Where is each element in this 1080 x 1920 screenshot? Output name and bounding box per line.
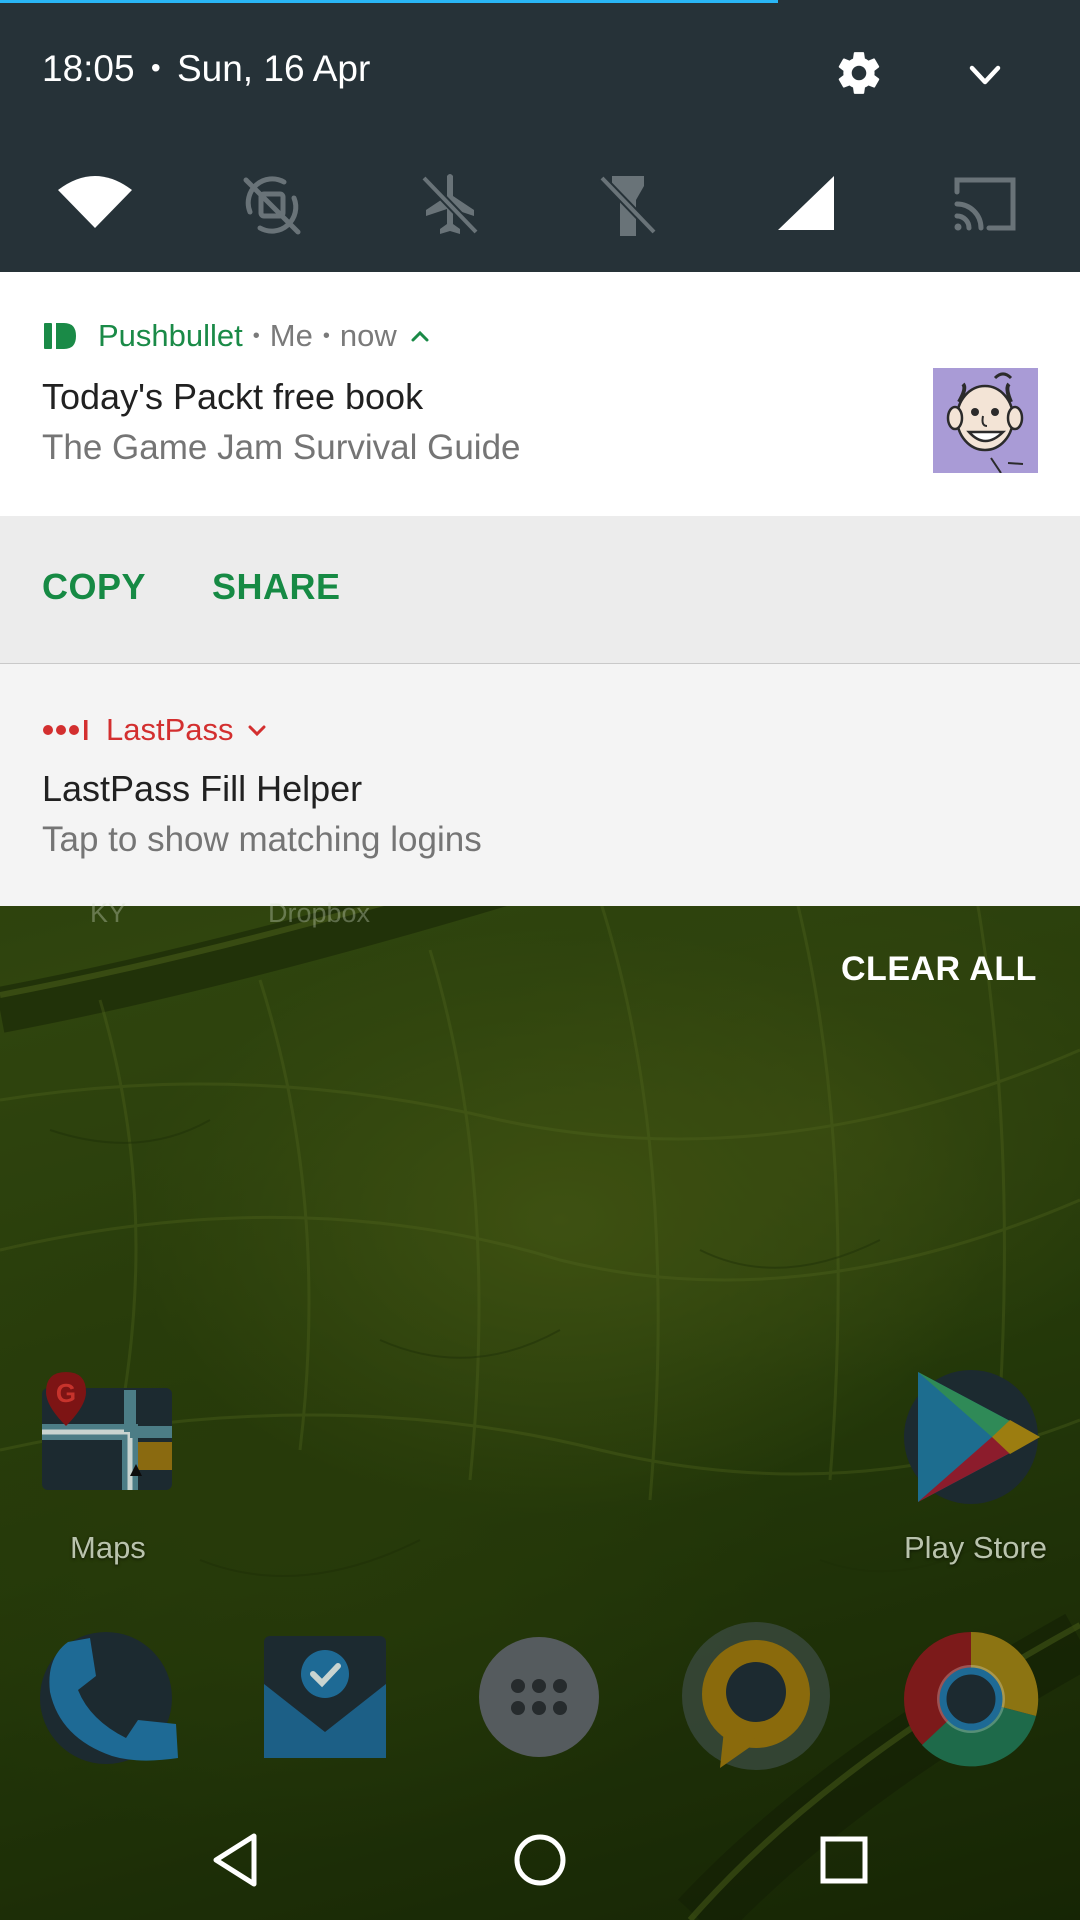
sender-avatar	[933, 368, 1038, 473]
notification-header: Pushbullet • Me • now	[42, 318, 433, 354]
separator-dot: •	[252, 324, 260, 347]
flashlight-off-icon[interactable]	[588, 170, 668, 240]
faded-app-label: KY	[90, 898, 127, 928]
chrome-icon[interactable]	[902, 1630, 1040, 1768]
notification-actions: COPY SHARE	[0, 516, 1080, 664]
copy-button[interactable]: COPY	[42, 566, 146, 608]
svg-text:G: G	[56, 1378, 76, 1408]
caricature-avatar-icon	[933, 368, 1038, 473]
sender: Me	[269, 318, 313, 353]
home-icon[interactable]	[510, 1830, 570, 1890]
clear-all-button[interactable]: CLEAR ALL	[841, 950, 1037, 989]
app-label-play-store: Play Store	[904, 1530, 1048, 1565]
pushbullet-notification[interactable]: Pushbullet • Me • now Today's Packt free…	[0, 272, 1080, 516]
maps-icon[interactable]: G	[40, 1372, 175, 1492]
app-name: Pushbullet	[98, 318, 243, 353]
notification-text: The Game Jam Survival Guide	[42, 428, 521, 467]
lastpass-logo-icon	[43, 720, 88, 740]
recents-icon[interactable]	[814, 1830, 874, 1890]
expand-chevron-icon[interactable]	[962, 56, 1008, 96]
app-label-maps: Maps	[70, 1530, 146, 1565]
app-drawer-icon[interactable]	[478, 1636, 600, 1758]
separator-dot: •	[322, 324, 330, 347]
inbox-icon[interactable]	[262, 1634, 388, 1760]
date-time: 18:05 • Sun, 16 Apr	[42, 48, 370, 90]
airplane-mode-off-icon[interactable]	[410, 170, 490, 240]
quick-settings-header: 18:05 • Sun, 16 Apr	[0, 0, 1080, 272]
app-name: LastPass	[106, 712, 234, 747]
pushbullet-logo-icon	[44, 323, 76, 349]
auto-rotate-off-icon[interactable]	[232, 170, 312, 240]
hangouts-icon[interactable]	[680, 1620, 832, 1772]
share-button[interactable]: SHARE	[212, 566, 341, 608]
notification-title: Today's Packt free book	[42, 376, 424, 417]
settings-gear-icon[interactable]	[834, 48, 884, 98]
wifi-icon[interactable]	[55, 170, 135, 240]
faded-app-label: Dropbox	[268, 898, 371, 928]
collapse-chevron-icon[interactable]	[407, 326, 433, 346]
lastpass-notification[interactable]: LastPass LastPass Fill Helper Tap to sho…	[0, 664, 1080, 906]
play-store-icon[interactable]	[902, 1368, 1040, 1506]
cast-icon[interactable]	[945, 170, 1025, 240]
back-icon[interactable]	[206, 1830, 266, 1890]
timestamp: now	[339, 318, 397, 353]
clock-time: 18:05	[42, 48, 135, 89]
notification-text: Tap to show matching logins	[42, 820, 482, 859]
notification-header: LastPass	[42, 712, 270, 748]
notification-title: LastPass Fill Helper	[42, 768, 363, 809]
separator-dot: •	[150, 52, 161, 83]
phone-icon[interactable]	[38, 1628, 178, 1768]
navigation-bar	[0, 1800, 1080, 1920]
download-progress-bar	[0, 0, 778, 3]
date-label: Sun, 16 Apr	[176, 48, 371, 89]
expand-chevron-icon[interactable]	[244, 720, 270, 740]
cellular-signal-icon[interactable]	[768, 170, 848, 240]
